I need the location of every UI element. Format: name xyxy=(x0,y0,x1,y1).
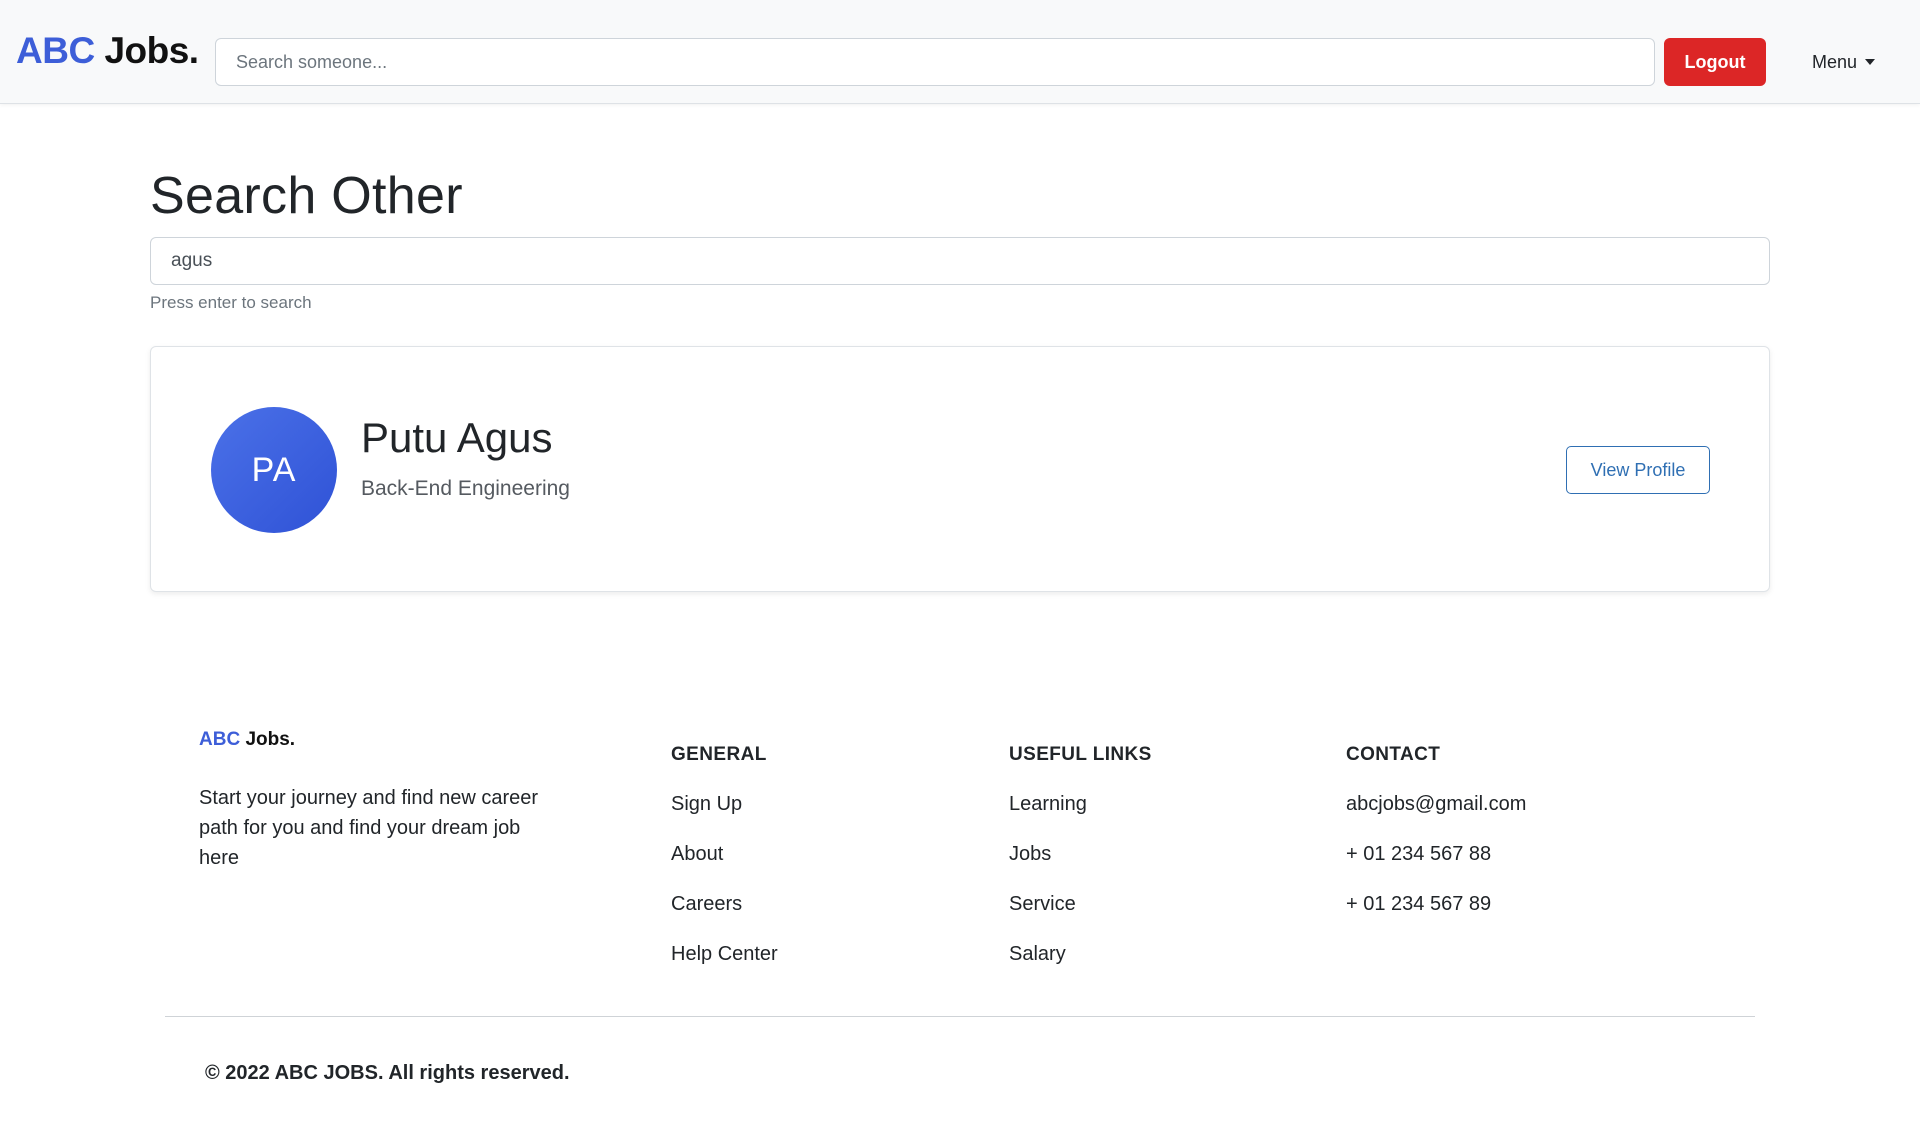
footer-brand-abc: ABC xyxy=(199,729,241,750)
footer-divider xyxy=(165,1016,1755,1017)
footer-tagline: Start your journey and find new career p… xyxy=(199,787,539,869)
contact-email: abcjobs@gmail.com xyxy=(1346,793,1527,815)
person-name: Putu Agus xyxy=(361,414,553,461)
navbar: ABC Jobs. Logout Menu xyxy=(0,0,1920,104)
page-title: Search Other xyxy=(150,167,463,225)
footer-contact-column: CONTACT abcjobs@gmail.com + 01 234 567 8… xyxy=(1346,742,1526,940)
contact-phone-2: + 01 234 567 89 xyxy=(1346,893,1492,915)
contact-phone-1: + 01 234 567 88 xyxy=(1346,843,1492,865)
footer-link-salary[interactable]: Salary xyxy=(1009,940,1152,968)
result-card: PA Putu Agus Back-End Engineering View P… xyxy=(150,346,1770,592)
footer-brand-jobs: Jobs. xyxy=(245,729,296,750)
search-hint: Press enter to search xyxy=(150,293,312,312)
copyright: © 2022 ABC JOBS. All rights reserved. xyxy=(205,1062,570,1084)
footer-link-help-center[interactable]: Help Center xyxy=(671,940,778,968)
footer-link-careers[interactable]: Careers xyxy=(671,890,778,918)
footer-brand: ABC Jobs. xyxy=(199,727,295,753)
footer-useful-links-heading: USEFUL LINKS xyxy=(1009,744,1152,765)
logout-button[interactable]: Logout xyxy=(1664,38,1766,86)
menu-dropdown-toggle[interactable]: Menu xyxy=(1812,38,1876,86)
footer-general-heading: GENERAL xyxy=(671,744,767,765)
brand-abc: ABC xyxy=(16,30,95,71)
brand-logo[interactable]: ABC Jobs. xyxy=(16,30,199,72)
footer-link-jobs[interactable]: Jobs xyxy=(1009,840,1152,868)
person-role: Back-End Engineering xyxy=(361,477,570,500)
avatar: PA xyxy=(211,407,337,533)
footer-link-service[interactable]: Service xyxy=(1009,890,1152,918)
search-other-input[interactable] xyxy=(150,237,1770,285)
footer-useful-links-column: USEFUL LINKS Learning Jobs Service Salar… xyxy=(1009,742,1152,990)
footer-link-about[interactable]: About xyxy=(671,840,778,868)
view-profile-button[interactable]: View Profile xyxy=(1566,446,1710,494)
footer-link-sign-up[interactable]: Sign Up xyxy=(671,790,778,818)
caret-down-icon xyxy=(1865,59,1876,65)
navbar-search-input[interactable] xyxy=(215,38,1655,86)
brand-jobs: Jobs. xyxy=(104,30,199,71)
menu-label: Menu xyxy=(1812,51,1858,72)
footer-contact-heading: CONTACT xyxy=(1346,744,1441,765)
footer-general-column: GENERAL Sign Up About Careers Help Cente… xyxy=(671,742,778,990)
footer-link-learning[interactable]: Learning xyxy=(1009,790,1152,818)
